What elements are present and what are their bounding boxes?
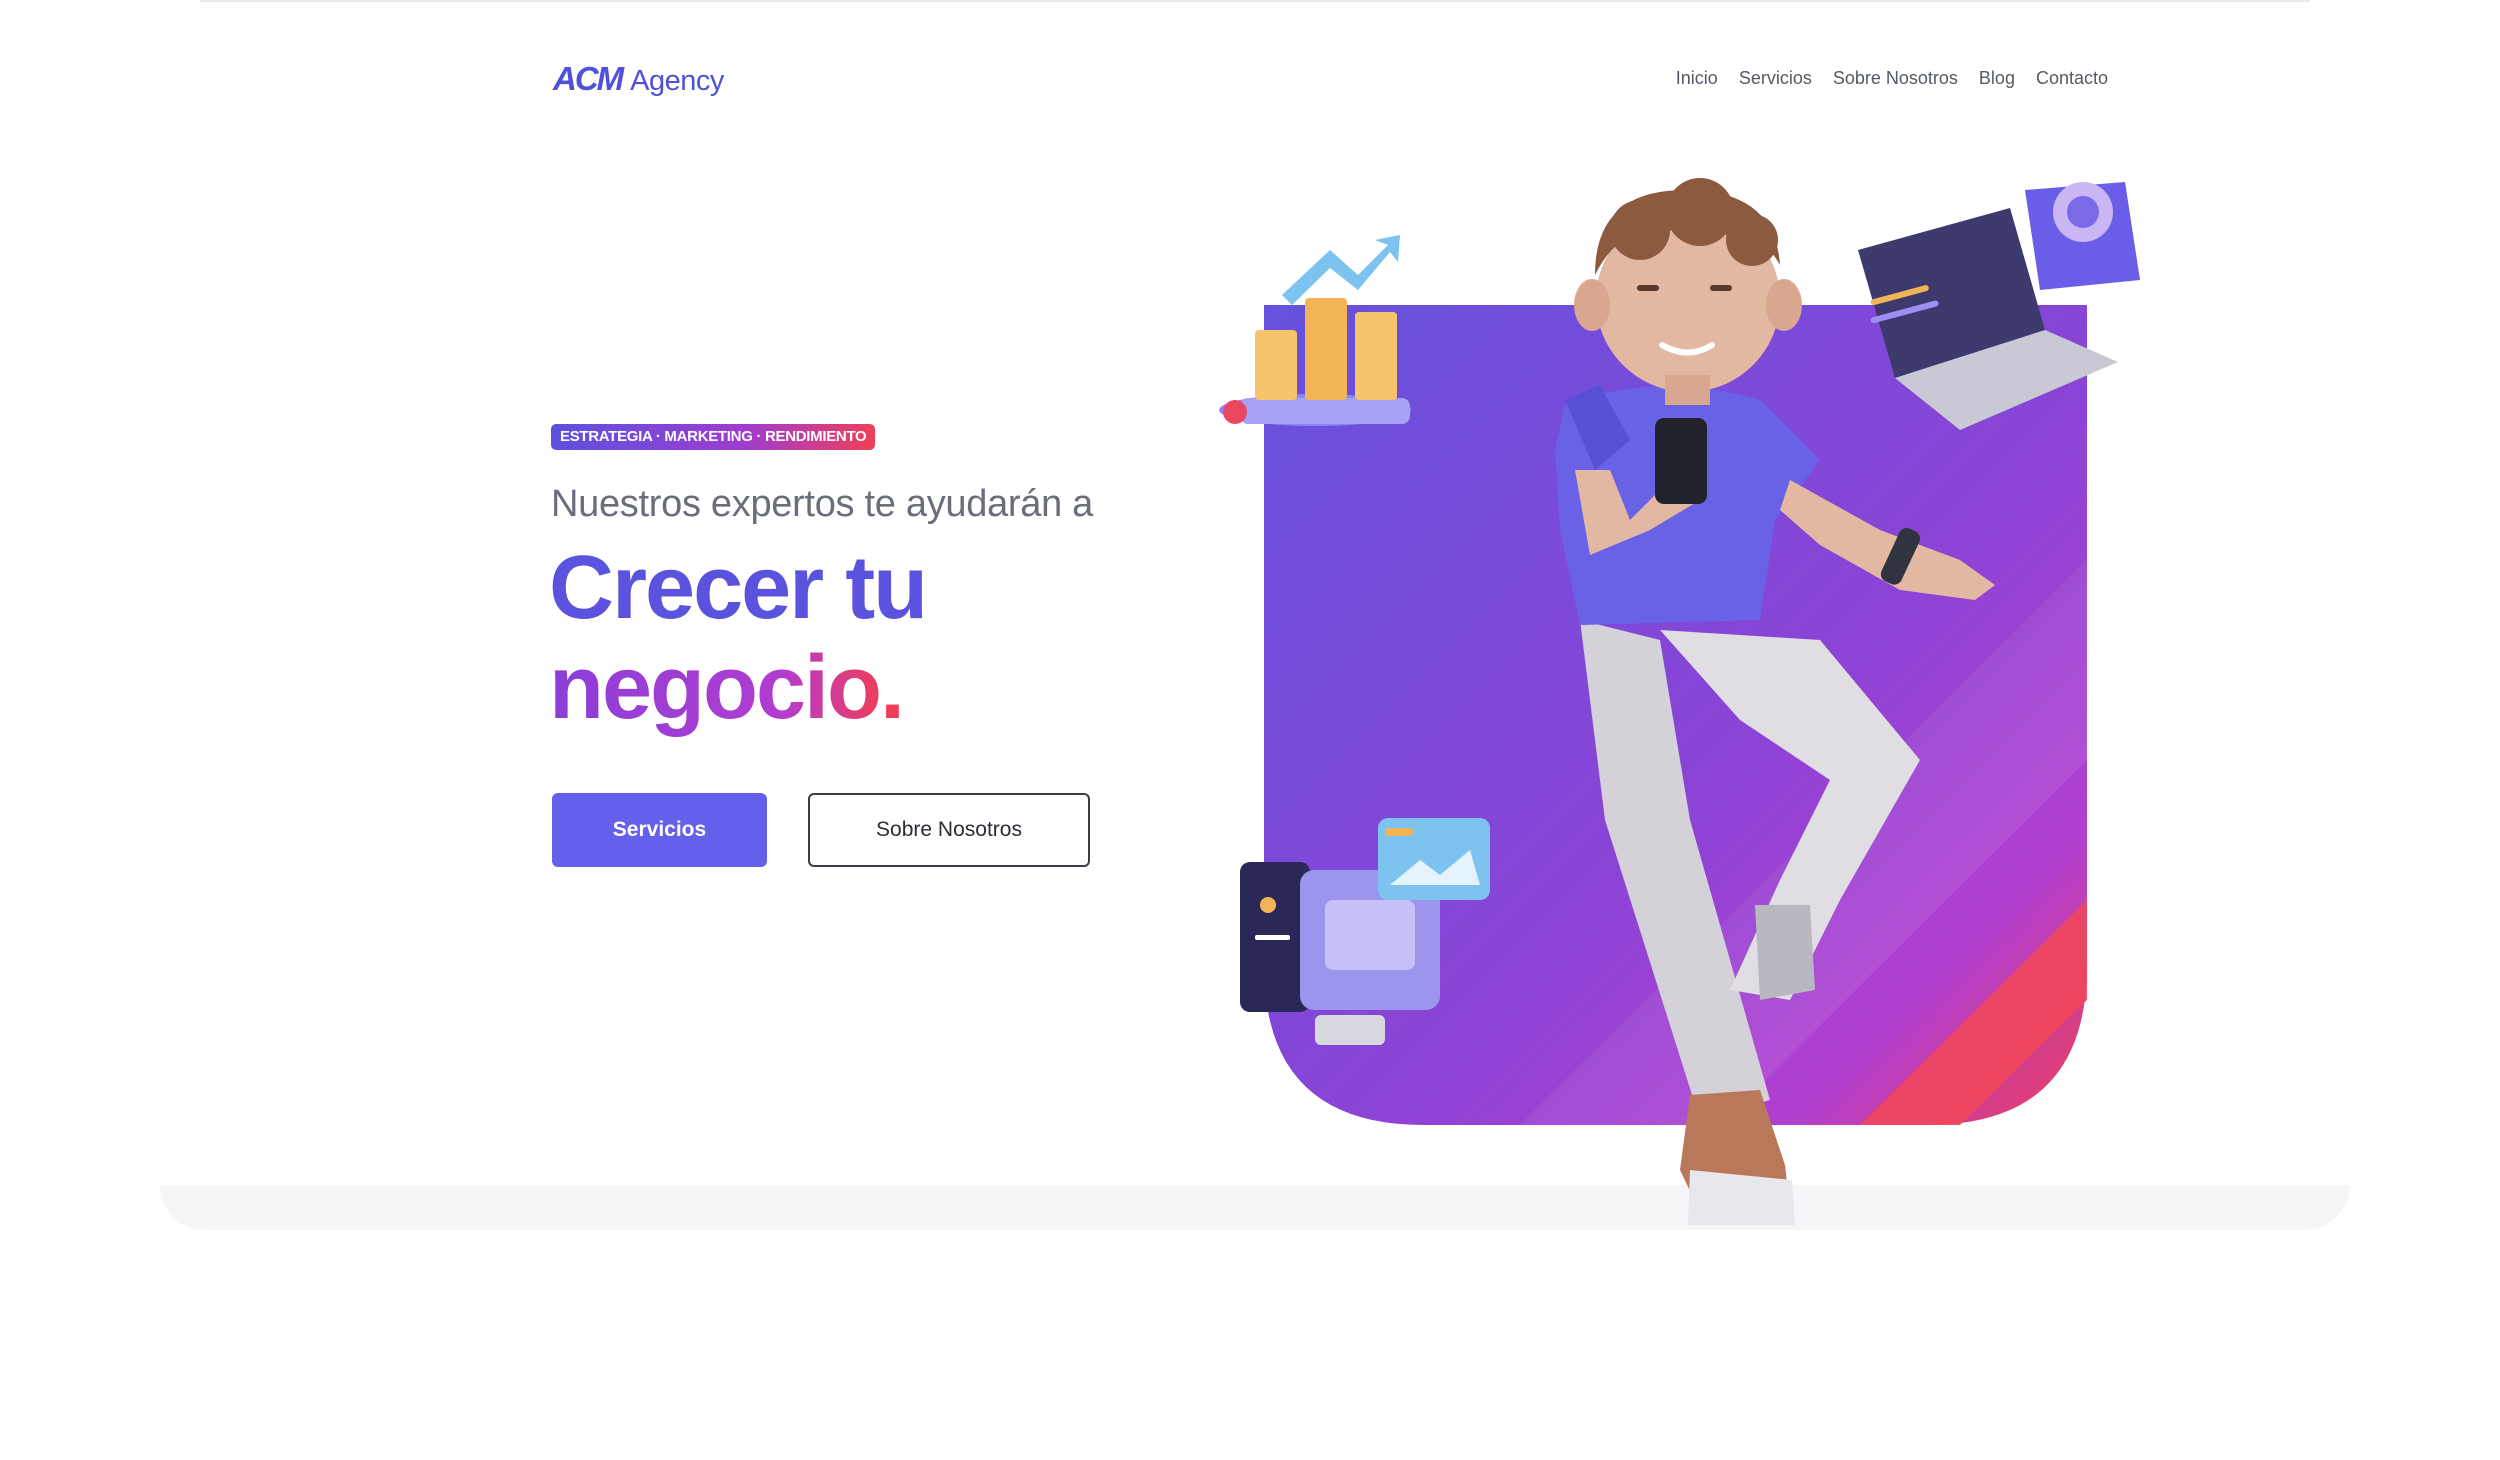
headline-dot: . (880, 638, 905, 738)
nav-item-servicios[interactable]: Servicios (1739, 68, 1812, 89)
nav-item-sobre-nosotros[interactable]: Sobre Nosotros (1833, 68, 1958, 89)
brand-logo[interactable]: ACM Agency (553, 60, 724, 100)
nav-item-contacto[interactable]: Contacto (2036, 68, 2108, 89)
hero-headline: Crecer tu negocio. (549, 538, 928, 738)
bar-chart-icon (1219, 298, 1411, 426)
main-nav: Inicio Servicios Sobre Nosotros Blog Con… (1676, 68, 2108, 89)
nav-item-blog[interactable]: Blog (1979, 68, 2015, 89)
headline-line-2: negocio (549, 638, 882, 738)
hero-illustration (1219, 178, 2140, 1225)
headline-line-1: Crecer tu (549, 538, 928, 638)
hero-subtitle: Nuestros expertos te ayudarán a (551, 483, 1094, 525)
logo-text: Agency (630, 65, 724, 97)
image-card-icon (1378, 818, 1490, 900)
trend-arrow-icon (1282, 235, 1400, 305)
logo-mark: ACM (553, 60, 624, 97)
nav-item-inicio[interactable]: Inicio (1676, 68, 1718, 89)
sobre-nosotros-button[interactable]: Sobre Nosotros (808, 793, 1090, 867)
smartphone-icon (1655, 418, 1707, 504)
hero-badge: ESTRATEGIA · MARKETING · RENDIMIENTO (551, 424, 876, 450)
camera-icon (2025, 182, 2140, 290)
servicios-button[interactable]: Servicios (552, 793, 767, 867)
